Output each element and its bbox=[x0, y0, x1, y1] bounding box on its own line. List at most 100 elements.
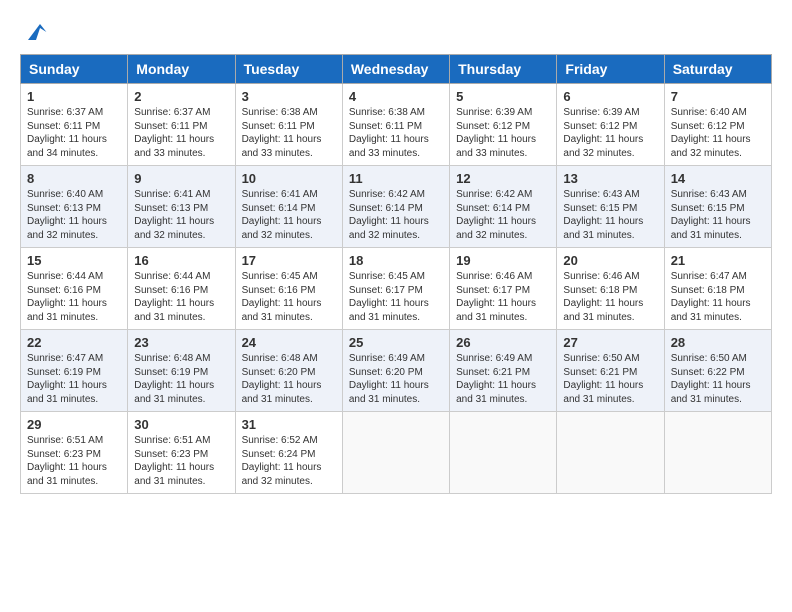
calendar-week-row: 1 Sunrise: 6:37 AMSunset: 6:11 PMDayligh… bbox=[21, 84, 772, 166]
calendar-day-cell: 25 Sunrise: 6:49 AMSunset: 6:20 PMDaylig… bbox=[342, 330, 449, 412]
day-info: Sunrise: 6:42 AMSunset: 6:14 PMDaylight:… bbox=[349, 189, 429, 241]
day-info: Sunrise: 6:44 AMSunset: 6:16 PMDaylight:… bbox=[134, 271, 214, 323]
day-number: 4 bbox=[349, 89, 443, 104]
weekday-header: Monday bbox=[128, 55, 235, 84]
day-number: 13 bbox=[563, 171, 657, 186]
calendar-day-cell: 13 Sunrise: 6:43 AMSunset: 6:15 PMDaylig… bbox=[557, 166, 664, 248]
calendar-day-cell bbox=[664, 412, 771, 494]
day-info: Sunrise: 6:46 AMSunset: 6:18 PMDaylight:… bbox=[563, 271, 643, 323]
calendar-day-cell: 20 Sunrise: 6:46 AMSunset: 6:18 PMDaylig… bbox=[557, 248, 664, 330]
day-info: Sunrise: 6:47 AMSunset: 6:19 PMDaylight:… bbox=[27, 353, 107, 405]
day-info: Sunrise: 6:47 AMSunset: 6:18 PMDaylight:… bbox=[671, 271, 751, 323]
day-number: 14 bbox=[671, 171, 765, 186]
day-number: 8 bbox=[27, 171, 121, 186]
day-info: Sunrise: 6:51 AMSunset: 6:23 PMDaylight:… bbox=[27, 435, 107, 487]
day-info: Sunrise: 6:43 AMSunset: 6:15 PMDaylight:… bbox=[563, 189, 643, 241]
calendar-day-cell bbox=[450, 412, 557, 494]
day-info: Sunrise: 6:46 AMSunset: 6:17 PMDaylight:… bbox=[456, 271, 536, 323]
page-header bbox=[20, 20, 772, 44]
day-info: Sunrise: 6:44 AMSunset: 6:16 PMDaylight:… bbox=[27, 271, 107, 323]
day-info: Sunrise: 6:45 AMSunset: 6:17 PMDaylight:… bbox=[349, 271, 429, 323]
calendar-day-cell: 24 Sunrise: 6:48 AMSunset: 6:20 PMDaylig… bbox=[235, 330, 342, 412]
calendar-week-row: 29 Sunrise: 6:51 AMSunset: 6:23 PMDaylig… bbox=[21, 412, 772, 494]
calendar-day-cell bbox=[342, 412, 449, 494]
day-number: 9 bbox=[134, 171, 228, 186]
calendar-week-row: 8 Sunrise: 6:40 AMSunset: 6:13 PMDayligh… bbox=[21, 166, 772, 248]
day-number: 20 bbox=[563, 253, 657, 268]
day-number: 7 bbox=[671, 89, 765, 104]
calendar-day-cell: 6 Sunrise: 6:39 AMSunset: 6:12 PMDayligh… bbox=[557, 84, 664, 166]
day-info: Sunrise: 6:50 AMSunset: 6:21 PMDaylight:… bbox=[563, 353, 643, 405]
calendar-day-cell: 31 Sunrise: 6:52 AMSunset: 6:24 PMDaylig… bbox=[235, 412, 342, 494]
calendar-table: SundayMondayTuesdayWednesdayThursdayFrid… bbox=[20, 54, 772, 494]
day-info: Sunrise: 6:39 AMSunset: 6:12 PMDaylight:… bbox=[563, 107, 643, 159]
calendar-day-cell: 21 Sunrise: 6:47 AMSunset: 6:18 PMDaylig… bbox=[664, 248, 771, 330]
day-info: Sunrise: 6:40 AMSunset: 6:13 PMDaylight:… bbox=[27, 189, 107, 241]
weekday-header: Tuesday bbox=[235, 55, 342, 84]
calendar-day-cell: 22 Sunrise: 6:47 AMSunset: 6:19 PMDaylig… bbox=[21, 330, 128, 412]
day-number: 25 bbox=[349, 335, 443, 350]
day-info: Sunrise: 6:48 AMSunset: 6:20 PMDaylight:… bbox=[242, 353, 322, 405]
day-number: 1 bbox=[27, 89, 121, 104]
calendar-day-cell: 16 Sunrise: 6:44 AMSunset: 6:16 PMDaylig… bbox=[128, 248, 235, 330]
logo bbox=[20, 20, 48, 44]
calendar-day-cell: 19 Sunrise: 6:46 AMSunset: 6:17 PMDaylig… bbox=[450, 248, 557, 330]
calendar-day-cell: 9 Sunrise: 6:41 AMSunset: 6:13 PMDayligh… bbox=[128, 166, 235, 248]
day-info: Sunrise: 6:40 AMSunset: 6:12 PMDaylight:… bbox=[671, 107, 751, 159]
calendar-day-cell: 15 Sunrise: 6:44 AMSunset: 6:16 PMDaylig… bbox=[21, 248, 128, 330]
weekday-header: Friday bbox=[557, 55, 664, 84]
day-number: 28 bbox=[671, 335, 765, 350]
weekday-header: Wednesday bbox=[342, 55, 449, 84]
day-info: Sunrise: 6:37 AMSunset: 6:11 PMDaylight:… bbox=[134, 107, 214, 159]
calendar-day-cell: 18 Sunrise: 6:45 AMSunset: 6:17 PMDaylig… bbox=[342, 248, 449, 330]
day-info: Sunrise: 6:37 AMSunset: 6:11 PMDaylight:… bbox=[27, 107, 107, 159]
day-number: 2 bbox=[134, 89, 228, 104]
day-info: Sunrise: 6:52 AMSunset: 6:24 PMDaylight:… bbox=[242, 435, 322, 487]
day-info: Sunrise: 6:38 AMSunset: 6:11 PMDaylight:… bbox=[349, 107, 429, 159]
day-number: 18 bbox=[349, 253, 443, 268]
day-number: 3 bbox=[242, 89, 336, 104]
day-number: 16 bbox=[134, 253, 228, 268]
day-number: 23 bbox=[134, 335, 228, 350]
calendar-day-cell: 27 Sunrise: 6:50 AMSunset: 6:21 PMDaylig… bbox=[557, 330, 664, 412]
calendar-day-cell: 30 Sunrise: 6:51 AMSunset: 6:23 PMDaylig… bbox=[128, 412, 235, 494]
weekday-header: Thursday bbox=[450, 55, 557, 84]
calendar-day-cell: 11 Sunrise: 6:42 AMSunset: 6:14 PMDaylig… bbox=[342, 166, 449, 248]
calendar-day-cell: 14 Sunrise: 6:43 AMSunset: 6:15 PMDaylig… bbox=[664, 166, 771, 248]
calendar-day-cell: 8 Sunrise: 6:40 AMSunset: 6:13 PMDayligh… bbox=[21, 166, 128, 248]
day-info: Sunrise: 6:45 AMSunset: 6:16 PMDaylight:… bbox=[242, 271, 322, 323]
day-number: 19 bbox=[456, 253, 550, 268]
calendar-week-row: 22 Sunrise: 6:47 AMSunset: 6:19 PMDaylig… bbox=[21, 330, 772, 412]
day-number: 15 bbox=[27, 253, 121, 268]
calendar-day-cell: 2 Sunrise: 6:37 AMSunset: 6:11 PMDayligh… bbox=[128, 84, 235, 166]
day-number: 17 bbox=[242, 253, 336, 268]
day-info: Sunrise: 6:38 AMSunset: 6:11 PMDaylight:… bbox=[242, 107, 322, 159]
day-number: 27 bbox=[563, 335, 657, 350]
day-number: 6 bbox=[563, 89, 657, 104]
day-info: Sunrise: 6:50 AMSunset: 6:22 PMDaylight:… bbox=[671, 353, 751, 405]
calendar-day-cell: 29 Sunrise: 6:51 AMSunset: 6:23 PMDaylig… bbox=[21, 412, 128, 494]
day-info: Sunrise: 6:48 AMSunset: 6:19 PMDaylight:… bbox=[134, 353, 214, 405]
calendar-day-cell: 23 Sunrise: 6:48 AMSunset: 6:19 PMDaylig… bbox=[128, 330, 235, 412]
calendar-day-cell: 17 Sunrise: 6:45 AMSunset: 6:16 PMDaylig… bbox=[235, 248, 342, 330]
calendar-day-cell: 3 Sunrise: 6:38 AMSunset: 6:11 PMDayligh… bbox=[235, 84, 342, 166]
day-number: 5 bbox=[456, 89, 550, 104]
weekday-header: Saturday bbox=[664, 55, 771, 84]
day-info: Sunrise: 6:49 AMSunset: 6:21 PMDaylight:… bbox=[456, 353, 536, 405]
calendar-day-cell: 12 Sunrise: 6:42 AMSunset: 6:14 PMDaylig… bbox=[450, 166, 557, 248]
day-number: 29 bbox=[27, 417, 121, 432]
day-number: 12 bbox=[456, 171, 550, 186]
calendar-day-cell: 7 Sunrise: 6:40 AMSunset: 6:12 PMDayligh… bbox=[664, 84, 771, 166]
calendar-day-cell: 28 Sunrise: 6:50 AMSunset: 6:22 PMDaylig… bbox=[664, 330, 771, 412]
day-number: 11 bbox=[349, 171, 443, 186]
day-info: Sunrise: 6:51 AMSunset: 6:23 PMDaylight:… bbox=[134, 435, 214, 487]
weekday-header: Sunday bbox=[21, 55, 128, 84]
day-info: Sunrise: 6:41 AMSunset: 6:13 PMDaylight:… bbox=[134, 189, 214, 241]
day-number: 24 bbox=[242, 335, 336, 350]
day-info: Sunrise: 6:39 AMSunset: 6:12 PMDaylight:… bbox=[456, 107, 536, 159]
logo-icon bbox=[24, 20, 48, 44]
calendar-day-cell: 1 Sunrise: 6:37 AMSunset: 6:11 PMDayligh… bbox=[21, 84, 128, 166]
calendar-day-cell bbox=[557, 412, 664, 494]
day-number: 30 bbox=[134, 417, 228, 432]
calendar-day-cell: 5 Sunrise: 6:39 AMSunset: 6:12 PMDayligh… bbox=[450, 84, 557, 166]
